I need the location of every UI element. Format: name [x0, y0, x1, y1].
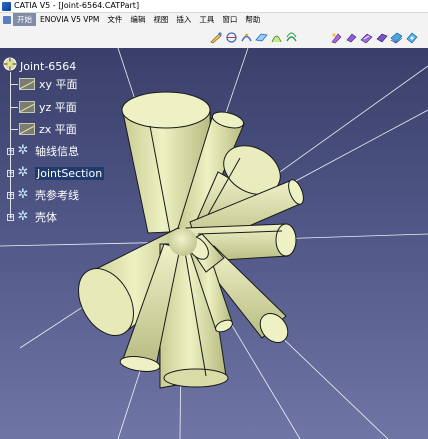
tree-node-zx-plane[interactable]: zx 平面 — [2, 121, 77, 137]
tree-node-yz-plane[interactable]: yz 平面 — [2, 99, 77, 115]
menu-help[interactable]: 帮助 — [241, 13, 264, 26]
window-title: CATIA V5 - [Joint-6564.CATPart] — [14, 1, 140, 10]
tree-root-label: Joint-6564 — [20, 59, 77, 73]
catia-logo-icon — [2, 1, 11, 11]
tree-node-axis-info[interactable]: + ✲ 轴线信息 — [2, 143, 79, 159]
tree-node-label: 壳参考线 — [35, 189, 79, 202]
joint-hub — [169, 228, 197, 256]
tree-node-joint-section[interactable]: + ✲ JointSection — [2, 165, 105, 181]
menu-file[interactable]: 文件 — [103, 13, 126, 26]
tree-node-label: 轴线信息 — [35, 145, 79, 158]
tube-right-end — [275, 223, 297, 257]
3d-viewport[interactable]: Joint-6564 xy 平面 yz 平面 zx 平面 + ✲ 轴线信息 + … — [0, 48, 428, 439]
title-bar: CATIA V5 - [Joint-6564.CATPart] — [0, 0, 428, 13]
surface-icon[interactable] — [360, 31, 373, 44]
menu-view[interactable]: 视图 — [149, 13, 172, 26]
menu-edit[interactable]: 编辑 — [126, 13, 149, 26]
tube-upper-left-end — [121, 91, 211, 129]
tree-node-shell-body[interactable]: + ✲ 壳体 — [2, 209, 57, 225]
expand-icon[interactable]: + — [7, 169, 14, 177]
joint-model[interactable] — [67, 91, 306, 389]
tree-branch — [11, 106, 18, 108]
solid-icon[interactable] — [375, 31, 388, 44]
tree-node-xy-plane[interactable]: xy 平面 — [2, 76, 78, 92]
tree-branch — [11, 83, 18, 85]
document-icon[interactable] — [3, 15, 11, 24]
tree-root[interactable]: Joint-6564 — [2, 56, 76, 76]
tube-lower-end — [163, 368, 229, 388]
menu-bar: 开始 ENOVIA V5 VPM 文件 编辑 视图 插入 工具 窗口 帮助 — [0, 13, 428, 26]
grid-icon[interactable] — [270, 31, 283, 44]
tree-node-shell-reference-lines[interactable]: + ✲ 壳参考线 — [2, 187, 79, 203]
render-icon[interactable] — [390, 31, 403, 44]
constraint-icon[interactable] — [240, 31, 253, 44]
menu-insert[interactable]: 插入 — [172, 13, 195, 26]
wire-icon[interactable] — [345, 31, 358, 44]
tree-node-label: yz 平面 — [39, 101, 77, 114]
plane-icon — [19, 123, 35, 135]
menu-tools[interactable]: 工具 — [195, 13, 218, 26]
fill-icon[interactable] — [405, 31, 418, 44]
plane-icon — [19, 101, 35, 113]
geometrical-set-icon: ✲ — [17, 187, 29, 202]
tree-node-label: zx 平面 — [39, 123, 77, 136]
tree-node-label: 壳体 — [35, 211, 57, 224]
plane-icon[interactable] — [255, 31, 268, 44]
tree-node-label: xy 平面 — [39, 78, 78, 91]
geometrical-set-icon: ✲ — [17, 143, 29, 158]
expand-icon[interactable]: + — [7, 191, 14, 199]
geometrical-set-icon: ✲ — [17, 165, 29, 180]
expand-icon[interactable]: + — [7, 147, 14, 155]
paint-icon[interactable] — [330, 31, 343, 44]
body-icon: ✲ — [17, 209, 29, 224]
measure-icon[interactable] — [225, 31, 238, 44]
menu-enovia[interactable]: ENOVIA V5 VPM — [36, 13, 103, 26]
toolbar — [0, 26, 428, 49]
toolbar-group-surfaces — [330, 29, 418, 45]
expand-icon[interactable]: + — [7, 213, 14, 221]
sketch-icon[interactable] — [210, 31, 223, 44]
plane-icon — [19, 78, 35, 90]
tree-branch — [11, 128, 18, 130]
tree-node-label: JointSection — [35, 166, 105, 180]
toolbar-group-sketch — [210, 29, 298, 45]
menu-window[interactable]: 窗口 — [218, 13, 241, 26]
snap-icon[interactable] — [285, 31, 298, 44]
menu-start[interactable]: 开始 — [13, 13, 36, 26]
